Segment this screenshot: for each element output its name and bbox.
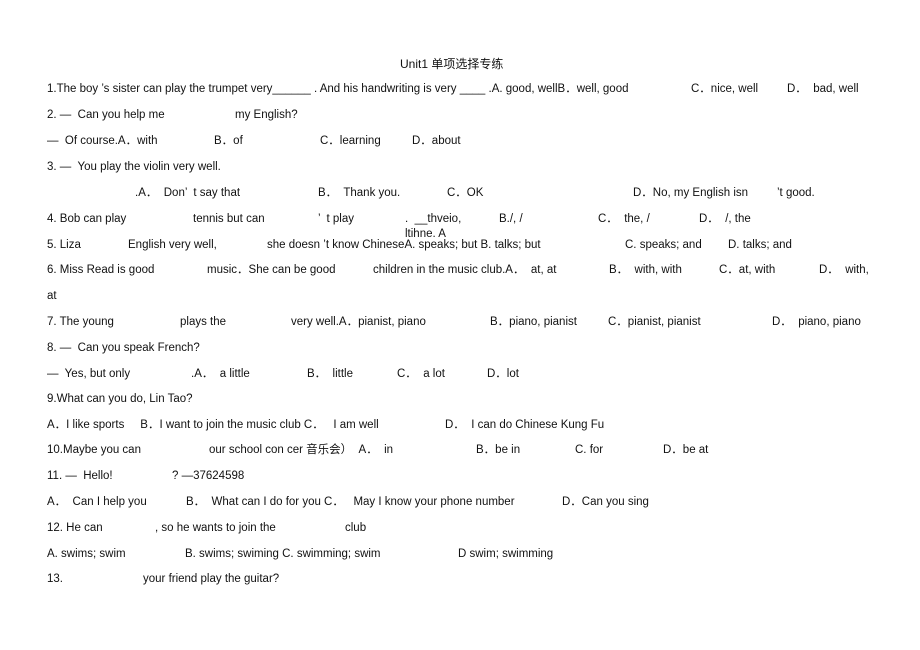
question-11-stem-b: ? —37624598 xyxy=(172,470,245,482)
question-6-option-d-cont: at xyxy=(47,290,57,302)
question-5-option-c: C. speaks; and xyxy=(625,239,702,251)
question-8-option-c: C． a lot xyxy=(397,368,445,380)
question-4-stem-a: 4. Bob can play xyxy=(47,213,127,225)
question-5-stem-a: 5. Liza xyxy=(47,239,81,251)
question-12-stem-c: club xyxy=(345,522,367,534)
question-9-option-d: D． I can do Chinese Kung Fu xyxy=(445,419,605,431)
question-8-stem: 8. — Can you speak French? xyxy=(47,342,200,354)
question-6-stem-b: music．She can be good xyxy=(207,264,336,276)
question-4-stem-d: . __thveio, xyxy=(405,213,462,225)
question-11-option-d: D．Can you sing xyxy=(562,496,649,508)
question-3-option-b: B． Thank you. xyxy=(318,187,401,199)
question-4-option-c: C． the, / xyxy=(598,213,650,225)
question-12-stem-a: 12. He can xyxy=(47,522,103,534)
question-10-stem-b: our school con cer 音乐会） A． in xyxy=(209,444,394,456)
question-4-stem-c: ’ t play xyxy=(318,213,355,225)
question-3-stem: 3. — You play the violin very well. xyxy=(47,161,221,173)
question-4-stem-b: tennis but can xyxy=(193,213,265,225)
question-12-option-d: D swim; swimming xyxy=(458,548,554,560)
question-3-option-d-cont: ’t good. xyxy=(777,187,815,199)
question-4-option-d: D． /, the xyxy=(699,213,751,225)
question-7-option-d: D． piano, piano xyxy=(772,316,861,328)
question-3-option-d: D．No, my English isn xyxy=(633,187,749,199)
question-3-option-c: C．OK xyxy=(447,187,484,199)
question-8-option-a: .A． a little xyxy=(191,368,250,380)
question-9-options-a-c: A．I like sports B．I want to join the mus… xyxy=(47,419,379,431)
question-6-option-d: D． with, xyxy=(819,264,869,276)
question-7-stem-b: plays the xyxy=(180,316,227,328)
question-2-stem-b: my English? xyxy=(235,109,298,121)
question-12-stem-b: , so he wants to join the xyxy=(155,522,276,534)
question-2-option-c: C．learning xyxy=(320,135,381,147)
question-7-option-c: C．pianist, pianist xyxy=(608,316,701,328)
question-9-stem: 9.What can you do, Lin Tao? xyxy=(47,393,193,405)
question-1-stem: 1.The boy ’s sister can play the trumpet… xyxy=(47,83,629,95)
question-2-reply: — Of course.A．with xyxy=(47,135,158,147)
question-10-option-d: D．be at xyxy=(663,444,709,456)
question-13-stem-a: 13. xyxy=(47,573,63,585)
question-10-option-c: C. for xyxy=(575,444,604,456)
question-2-option-b: B．of xyxy=(214,135,243,147)
question-7-stem-a: 7. The young xyxy=(47,316,114,328)
page-title: Unit1 单项选择专练 xyxy=(400,57,504,71)
question-11-options-b-c: B． What can I do for you C． May I know y… xyxy=(186,496,515,508)
question-10-option-b: B．be in xyxy=(476,444,521,456)
question-3-option-a: .A． Don’ t say that xyxy=(135,187,241,199)
question-6-stem-c: children in the music club.A． at, at xyxy=(373,264,557,276)
question-5-stem-b: English very well, xyxy=(128,239,217,251)
question-12-options-b-c: B. swims; swiming C. swimming; swim xyxy=(185,548,381,560)
question-4-option-b: B./, / xyxy=(499,213,523,225)
question-7-stem-c: very well.A．pianist, piano xyxy=(291,316,426,328)
question-1-option-c: C．nice, well xyxy=(691,83,759,95)
question-11-option-a: A． Can I help you xyxy=(47,496,147,508)
question-6-stem-a: 6. Miss Read is good xyxy=(47,264,155,276)
question-6-option-b: B． with, with xyxy=(609,264,682,276)
question-2-option-d: D．about xyxy=(412,135,461,147)
question-2-stem-a: 2. — Can you help me xyxy=(47,109,165,121)
question-7-option-b: B．piano, pianist xyxy=(490,316,577,328)
question-8-option-b: B． little xyxy=(307,368,354,380)
question-12-option-a: A. swims; swim xyxy=(47,548,126,560)
question-10-stem-a: 10.Maybe you can xyxy=(47,444,141,456)
question-5-option-d: D. talks; and xyxy=(728,239,792,251)
question-8-reply: — Yes, but only xyxy=(47,368,131,380)
question-6-option-c: C．at, with xyxy=(719,264,776,276)
question-5-stem-c: she doesn ’t know ChineseA. speaks; but … xyxy=(267,239,541,251)
question-8-option-d: D．lot xyxy=(487,368,519,380)
question-13-stem-b: your friend play the guitar? xyxy=(143,573,280,585)
question-1-option-d: D． bad, well xyxy=(787,83,859,95)
question-11-stem-a: 11. — Hello! xyxy=(47,470,113,482)
